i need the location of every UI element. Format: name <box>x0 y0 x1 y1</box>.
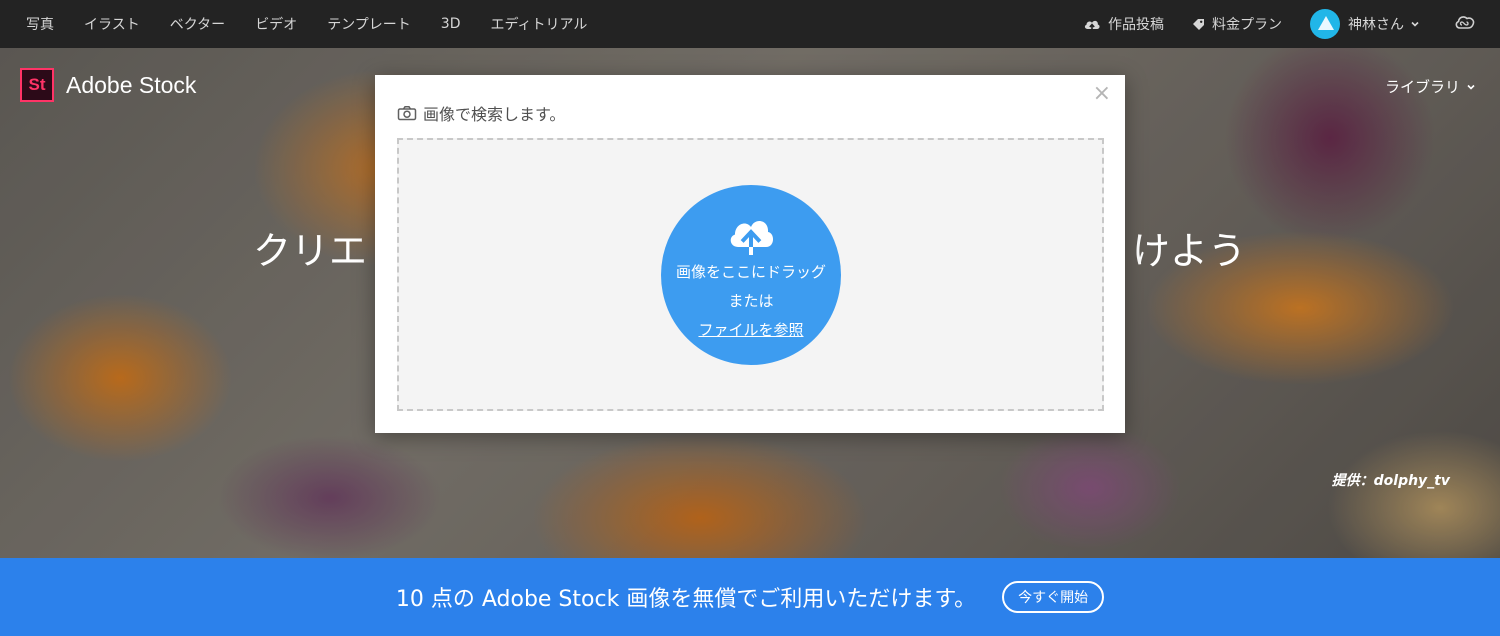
drag-instruction: 画像をここにドラッグ <box>675 263 826 281</box>
avatar <box>1310 9 1340 39</box>
nav-item-photos[interactable]: 写真 <box>26 14 54 34</box>
nav-categories: 写真 イラスト ベクター ビデオ テンプレート 3D エディトリアル <box>0 0 617 48</box>
library-label: ライブラリ <box>1384 78 1460 96</box>
start-now-button[interactable]: 今すぐ開始 <box>1002 581 1105 613</box>
visual-search-modal: × 画像で検索します。 画像をここにドラッグ または ファイルを参照 <box>375 75 1125 433</box>
browse-files-link[interactable]: ファイルを参照 <box>698 319 803 340</box>
modal-title: 画像で検索します。 <box>423 105 566 124</box>
banner-message: 10 点の Adobe Stock 画像を無償でご利用いただけます。 <box>395 587 977 612</box>
free-trial-banner: 10 点の Adobe Stock 画像を無償でご利用いただけます。 今すぐ開始 <box>0 558 1500 636</box>
upload-work-label: 作品投稿 <box>1108 17 1164 33</box>
nav-item-videos[interactable]: ビデオ <box>255 14 297 34</box>
hero-headline-left: クリエ <box>253 229 368 273</box>
creative-cloud-icon[interactable] <box>1454 14 1476 34</box>
nav-item-editorial[interactable]: エディトリアル <box>490 14 587 34</box>
nav-item-vectors[interactable]: ベクター <box>170 14 225 34</box>
chevron-down-icon <box>1411 21 1419 27</box>
modal-header: 画像で検索します。 <box>397 101 565 125</box>
user-name: 神林さん <box>1348 17 1404 33</box>
chevron-down-icon <box>1467 84 1475 90</box>
library-menu[interactable]: ライブラリ <box>1385 76 1476 97</box>
nav-item-illustrations[interactable]: イラスト <box>84 14 140 34</box>
brand-name: Adobe Stock <box>66 71 197 98</box>
hero-headline-right: けよう <box>1132 229 1247 273</box>
cloud-upload-icon <box>730 220 774 255</box>
cloud-upload-icon <box>1084 20 1100 31</box>
camera-icon <box>397 106 417 121</box>
user-menu[interactable]: 神林さん <box>1310 9 1420 39</box>
image-drop-zone[interactable]: 画像をここにドラッグ または ファイルを参照 <box>397 138 1104 411</box>
pricing-link[interactable]: 料金プラン <box>1192 14 1282 34</box>
top-nav: 写真 イラスト ベクター ビデオ テンプレート 3D エディトリアル 作品投稿 … <box>0 0 1500 48</box>
pricing-label: 料金プラン <box>1212 17 1282 33</box>
upload-work-link[interactable]: 作品投稿 <box>1083 14 1164 34</box>
close-icon[interactable]: × <box>1093 83 1111 105</box>
price-tag-icon <box>1193 18 1204 30</box>
nav-account: 作品投稿 料金プラン 神林さん <box>1083 0 1500 48</box>
nav-item-templates[interactable]: テンプレート <box>327 14 411 34</box>
or-label: または <box>728 292 774 310</box>
adobe-stock-logo[interactable]: St Adobe Stock <box>20 68 196 102</box>
nav-item-3d[interactable]: 3D <box>441 16 461 32</box>
stock-logo-mark: St <box>20 68 54 102</box>
image-credit[interactable]: 提供：dolphy_tv <box>1332 470 1450 490</box>
upload-button[interactable]: 画像をここにドラッグ または ファイルを参照 <box>661 185 841 365</box>
